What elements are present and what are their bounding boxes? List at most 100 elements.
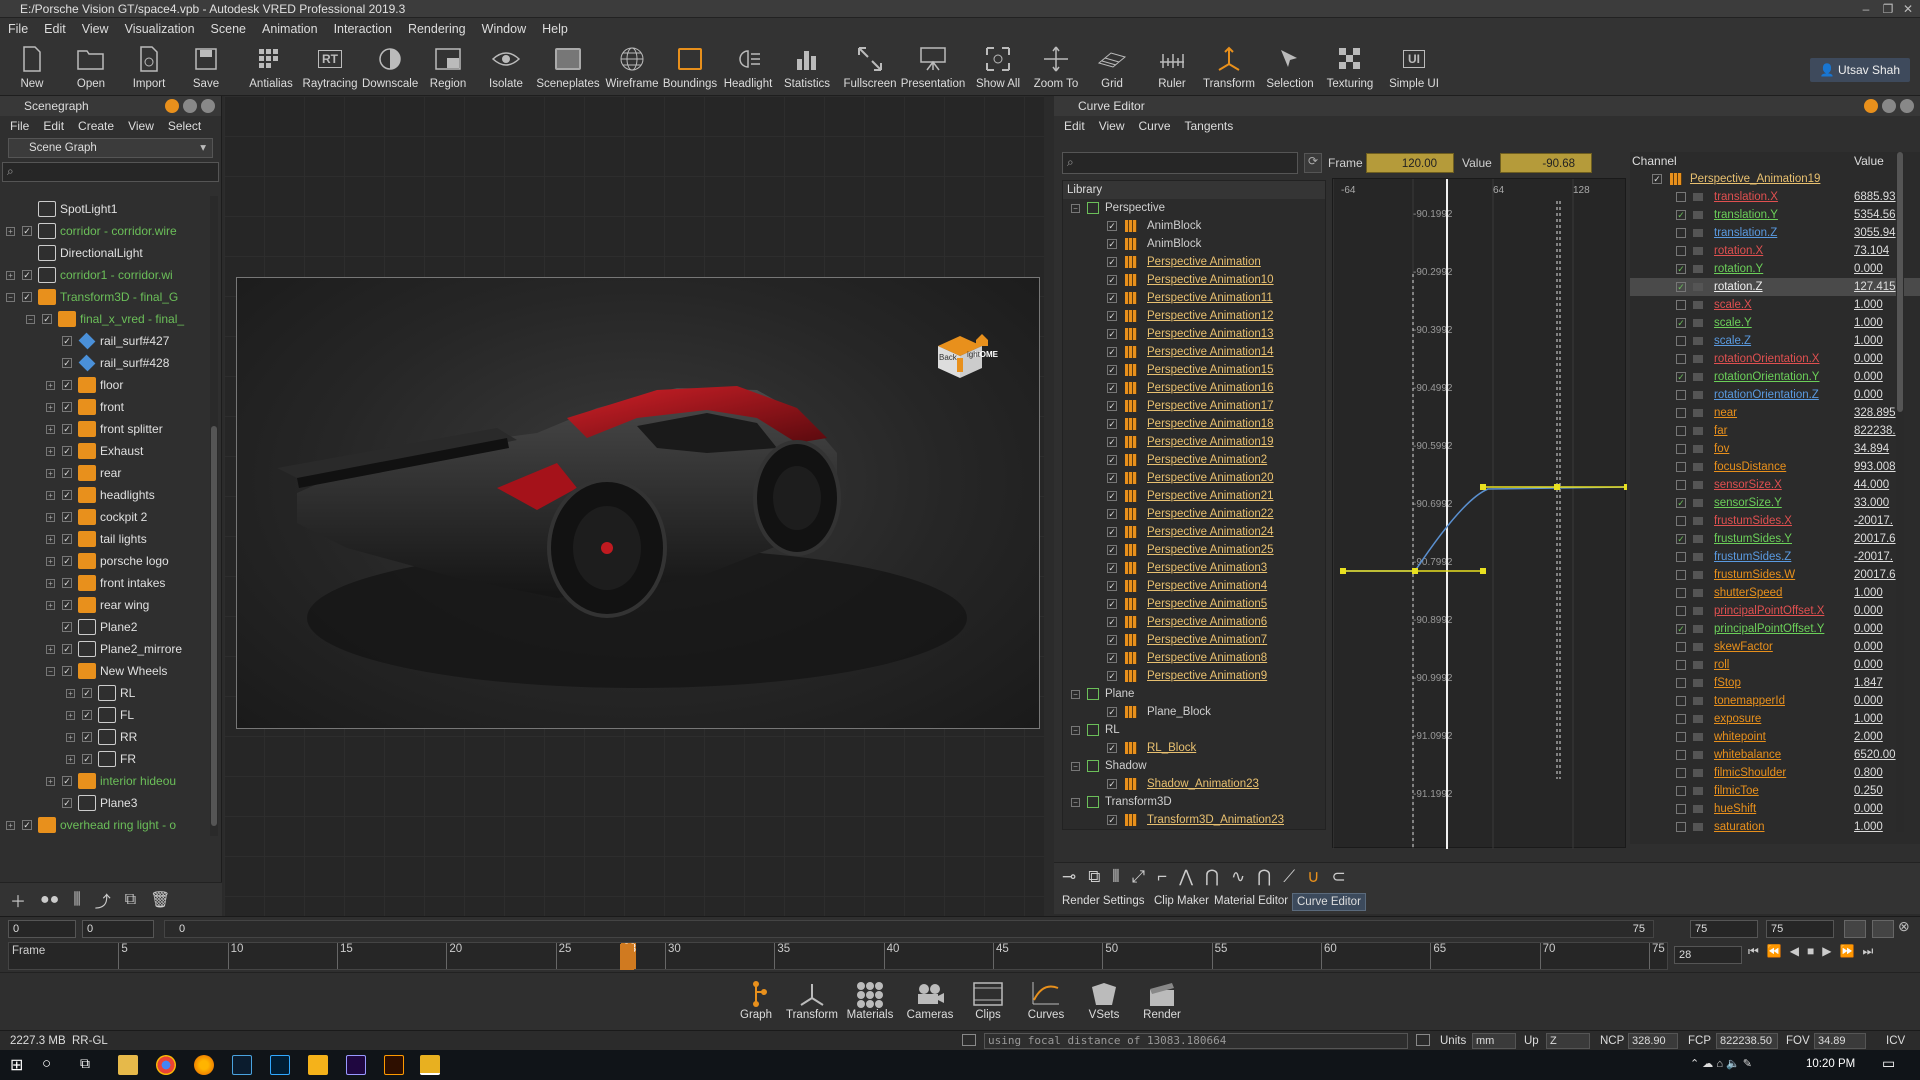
channel-checkbox[interactable]: ✓: [1676, 210, 1686, 220]
materials-button[interactable]: Materials: [842, 979, 898, 1021]
expand-toggle-icon[interactable]: −: [1071, 726, 1080, 735]
smooth-tangent-icon[interactable]: ∿: [1231, 867, 1245, 887]
isolate-button[interactable]: Isolate: [484, 44, 528, 90]
selection-button[interactable]: Selection: [1262, 44, 1318, 90]
scenegraph-node[interactable]: + ✓ RL: [0, 682, 212, 704]
firefox-icon[interactable]: [194, 1055, 214, 1075]
visibility-checkbox[interactable]: ✓: [62, 468, 72, 478]
scenegraph-mode-dropdown[interactable]: Scene Graph: [8, 138, 213, 158]
value-field[interactable]: -90.68: [1500, 153, 1592, 173]
channel-checkbox[interactable]: ✓: [1676, 372, 1686, 382]
channel-row[interactable]: ✓ frustumSides.Y 20017.6: [1630, 530, 1920, 548]
save-button[interactable]: Save: [186, 44, 226, 90]
channel-value[interactable]: 1.847: [1854, 674, 1914, 692]
channel-row[interactable]: whitebalance 6520.00: [1630, 746, 1920, 764]
expand-toggle-icon[interactable]: −: [1071, 762, 1080, 771]
checkbox[interactable]: ✓: [1107, 563, 1117, 573]
float-icon[interactable]: [183, 99, 197, 113]
library-item[interactable]: ✓ Perspective Animation21: [1063, 487, 1325, 505]
library-item[interactable]: ✓ Perspective Animation18: [1063, 415, 1325, 433]
expand-toggle-icon[interactable]: +: [66, 755, 75, 764]
timeline-close-icon[interactable]: ⊗: [1898, 918, 1910, 935]
play-icon[interactable]: ▶: [1822, 944, 1831, 959]
checkbox[interactable]: ✓: [1107, 437, 1117, 447]
channel-row[interactable]: sensorSize.X 44.000: [1630, 476, 1920, 494]
scenegraph-node[interactable]: + ✓ rear wing: [0, 594, 212, 616]
scenegraph-node[interactable]: + ✓ FL: [0, 704, 212, 726]
channel-value[interactable]: 0.000: [1854, 692, 1914, 710]
visibility-checkbox[interactable]: ✓: [42, 314, 52, 324]
channel-value[interactable]: 6885.93: [1854, 188, 1914, 206]
cortana-icon[interactable]: ○: [42, 1055, 51, 1072]
headlight-button[interactable]: Headlight: [722, 44, 774, 90]
menu-edit[interactable]: Edit: [44, 22, 66, 36]
next-key-icon[interactable]: ⏩: [1839, 944, 1854, 959]
visibility-checkbox[interactable]: ✓: [82, 688, 92, 698]
channel-value[interactable]: 0.000: [1854, 800, 1914, 818]
channel-value[interactable]: 0.000: [1854, 386, 1914, 404]
maximize-icon[interactable]: ❐: [1878, 0, 1898, 18]
library-item[interactable]: ✓ Perspective Animation12: [1063, 307, 1325, 325]
checkbox[interactable]: ✓: [1107, 455, 1117, 465]
channel-value[interactable]: 33.000: [1854, 494, 1914, 512]
scenegraph-node[interactable]: − ✓ Transform3D - final_G: [0, 286, 212, 308]
channel-checkbox[interactable]: [1676, 750, 1686, 760]
channel-checkbox[interactable]: [1676, 606, 1686, 616]
autodesk-icon[interactable]: [308, 1055, 328, 1075]
library-item[interactable]: ✓ Perspective Animation3: [1063, 559, 1325, 577]
curve-library-search-input[interactable]: ⌕: [1062, 152, 1298, 174]
channel-row[interactable]: fStop 1.847: [1630, 674, 1920, 692]
channel-value[interactable]: 0.000: [1854, 602, 1914, 620]
channel-value[interactable]: 127.415: [1854, 278, 1914, 296]
checkbox[interactable]: ✓: [1107, 635, 1117, 645]
ruler-button[interactable]: Ruler: [1150, 44, 1194, 90]
library-item[interactable]: ✓ Perspective Animation10: [1063, 271, 1325, 289]
checkbox[interactable]: ✓: [1107, 329, 1117, 339]
visibility-checkbox[interactable]: ✓: [62, 336, 72, 346]
ce-menu-curve[interactable]: Curve: [1138, 116, 1170, 136]
checkbox[interactable]: ✓: [1107, 275, 1117, 285]
expand-toggle-icon[interactable]: +: [46, 645, 55, 654]
channel-row[interactable]: fov 34.894: [1630, 440, 1920, 458]
checkbox[interactable]: ✓: [1107, 311, 1117, 321]
channel-checkbox[interactable]: [1676, 516, 1686, 526]
cameras-button[interactable]: Cameras: [902, 979, 958, 1021]
checkbox[interactable]: ✓: [1107, 545, 1117, 555]
scenegraph-node[interactable]: − ✓ final_x_vred - final_: [0, 308, 212, 330]
library-item[interactable]: ✓ Perspective Animation17: [1063, 397, 1325, 415]
channel-row[interactable]: rotation.X 73.104: [1630, 242, 1920, 260]
loop-icon[interactable]: [1844, 920, 1866, 938]
units-select[interactable]: mm: [1472, 1033, 1516, 1049]
close-icon[interactable]: ✕: [1898, 0, 1918, 18]
channel-checkbox[interactable]: [1676, 714, 1686, 724]
expand-toggle-icon[interactable]: −: [46, 667, 55, 676]
checkbox[interactable]: ✓: [1107, 257, 1117, 267]
channel-row[interactable]: roll 0.000: [1630, 656, 1920, 674]
menu-scene[interactable]: Scene: [211, 22, 246, 36]
transform-button[interactable]: Transform: [1200, 44, 1258, 90]
channel-checkbox[interactable]: [1676, 804, 1686, 814]
sg-menu-file[interactable]: File: [10, 116, 29, 136]
library-item[interactable]: ✓ Perspective Animation25: [1063, 541, 1325, 559]
antialias-button[interactable]: Antialias: [246, 44, 296, 90]
library-item[interactable]: ✓ Perspective Animation13: [1063, 325, 1325, 343]
channel-value[interactable]: 44.000: [1854, 476, 1914, 494]
frame-all-icon[interactable]: ⫴: [1112, 867, 1119, 887]
channel-value[interactable]: 0.250: [1854, 782, 1914, 800]
channel-row[interactable]: tonemapperId 0.000: [1630, 692, 1920, 710]
checkbox[interactable]: ✓: [1107, 653, 1117, 663]
expand-toggle-icon[interactable]: +: [46, 535, 55, 544]
library-item[interactable]: ✓ Perspective Animation8: [1063, 649, 1325, 667]
channel-value[interactable]: 2.000: [1854, 728, 1914, 746]
scenegraph-node[interactable]: + ✓ FR: [0, 748, 212, 770]
navigation-cube[interactable]: HOME Back ight: [930, 322, 998, 382]
expand-toggle-icon[interactable]: +: [66, 689, 75, 698]
channel-row[interactable]: ✓ scale.Y 1.000: [1630, 314, 1920, 332]
scenegraph-node[interactable]: + ✓ RR: [0, 726, 212, 748]
visibility-checkbox[interactable]: ✓: [22, 270, 32, 280]
magnet-icon[interactable]: ∪: [1307, 867, 1319, 887]
channel-checkbox[interactable]: [1676, 390, 1686, 400]
channel-row[interactable]: translation.X 6885.93: [1630, 188, 1920, 206]
channel-value[interactable]: 1.000: [1854, 314, 1914, 332]
channel-row[interactable]: skewFactor 0.000: [1630, 638, 1920, 656]
